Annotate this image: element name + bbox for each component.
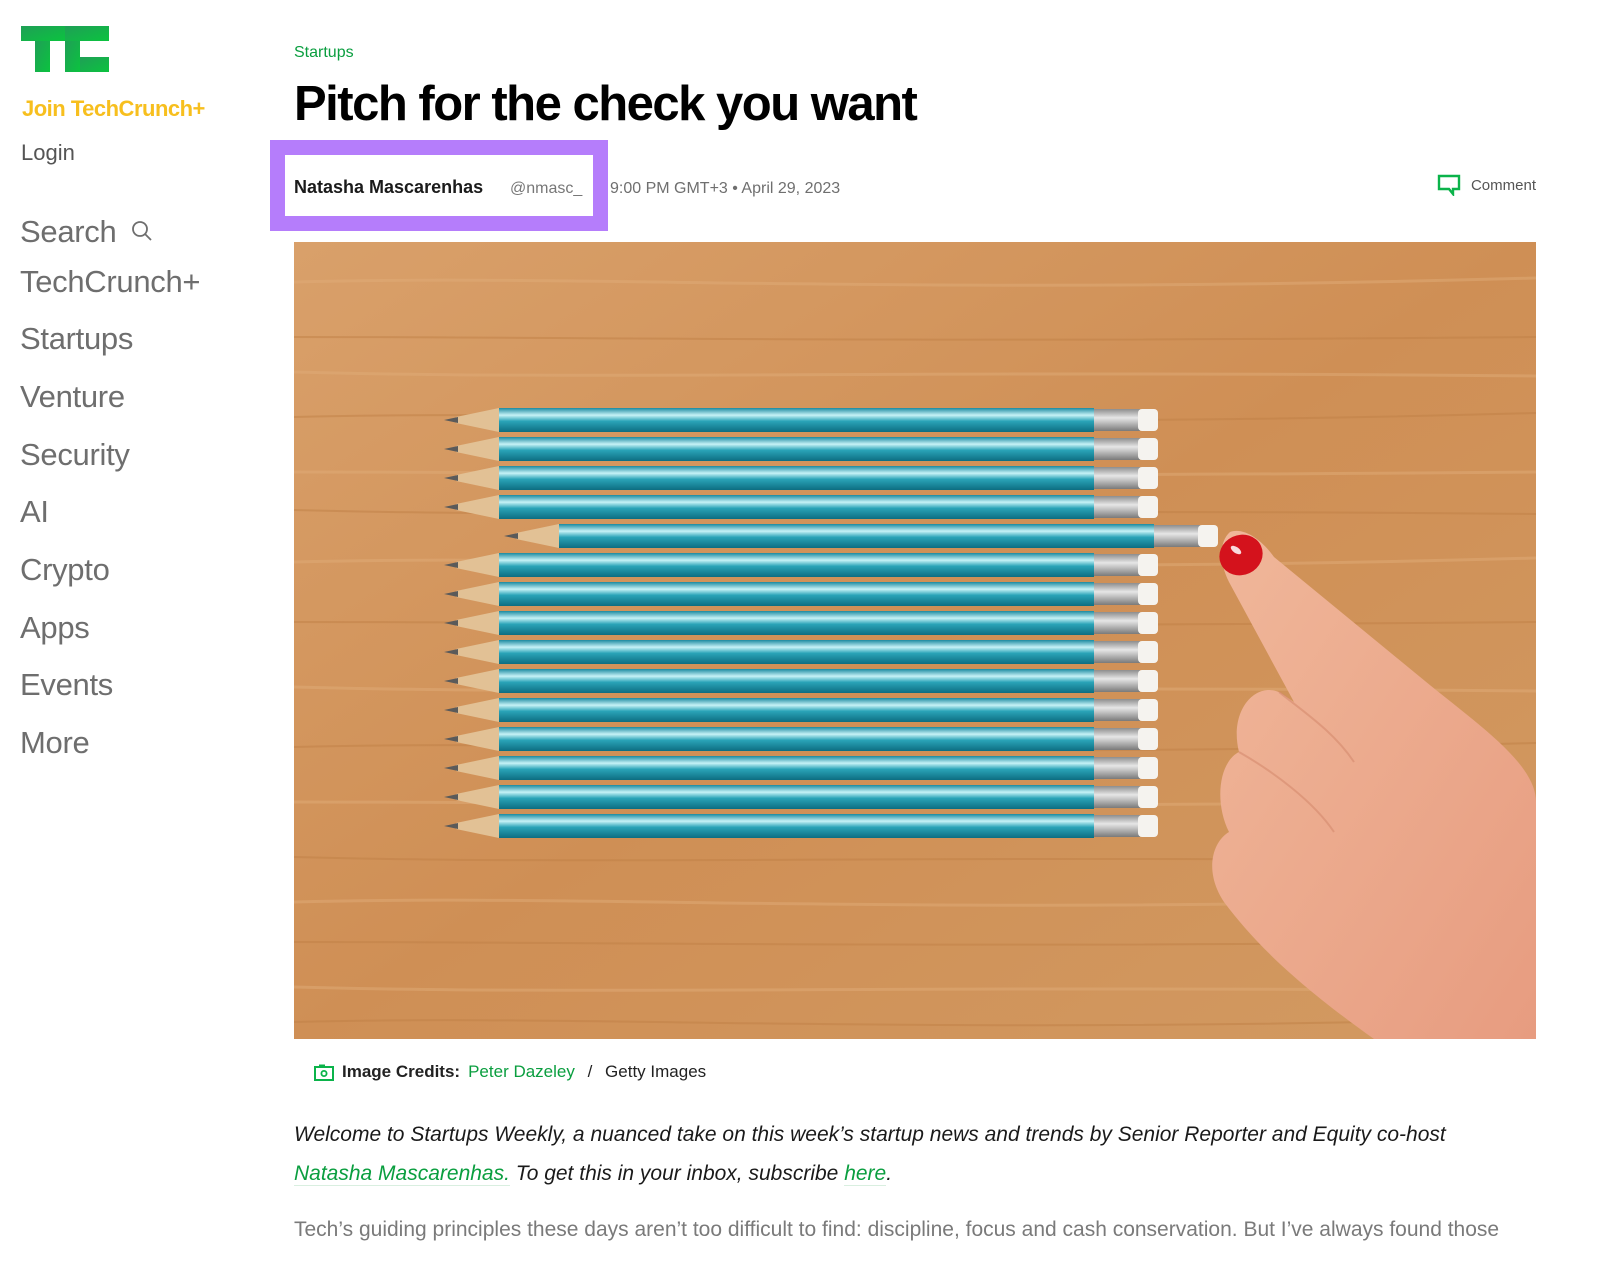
sidebar-item-label: Venture <box>20 379 125 414</box>
search-icon <box>132 220 152 241</box>
pencil-row <box>444 408 1218 838</box>
comment-button[interactable]: Comment <box>1437 174 1536 196</box>
sidebar-item-label: Security <box>20 437 130 472</box>
pencil <box>444 408 1158 432</box>
author-inline-link[interactable]: Natasha Mascarenhas. <box>294 1162 510 1186</box>
comment-icon <box>1437 174 1461 196</box>
intro-text: To get this in your inbox, subscribe <box>509 1162 845 1185</box>
category-link[interactable]: Startups <box>294 44 354 62</box>
pencil <box>444 582 1158 606</box>
publish-datetime: 9:00 PM GMT+3 • April 29, 2023 <box>610 180 841 197</box>
pencil <box>444 640 1158 664</box>
intro-text: Welcome to Startups Weekly, a nuanced ta… <box>294 1123 1446 1146</box>
article-body-paragraph: Tech’s guiding principles these days are… <box>294 1218 1500 1241</box>
techcrunch-logo[interactable] <box>21 26 111 72</box>
pencil <box>444 495 1158 519</box>
pencil <box>504 524 1218 548</box>
sidebar-item-label: TechCrunch+ <box>20 264 201 299</box>
sidebar-item-label: Events <box>20 667 113 702</box>
photographer-link[interactable]: Peter Dazeley <box>468 1062 575 1082</box>
camera-icon <box>314 1064 334 1081</box>
pencil <box>444 466 1158 490</box>
image-credits-label: Image Credits: <box>342 1062 461 1081</box>
author-link[interactable]: Natasha Mascarenhas <box>294 177 483 198</box>
pencil <box>444 553 1158 577</box>
pencil <box>444 756 1158 780</box>
pencils-photo <box>294 242 1536 1039</box>
sidebar-item-label: More <box>20 725 90 760</box>
sidebar-item-label: AI <box>20 494 49 529</box>
comment-label: Comment <box>1470 176 1536 194</box>
hero-image <box>294 242 1536 1039</box>
techcrunch-logo-icon <box>21 26 109 72</box>
image-credits: Image Credits: Peter Dazeley / Getty Ima… <box>314 1062 706 1082</box>
pencil <box>444 437 1158 461</box>
pencil <box>444 727 1158 751</box>
pencil <box>444 698 1158 722</box>
credits-separator: / <box>582 1062 598 1081</box>
pencil <box>444 611 1158 635</box>
pencil <box>444 785 1158 809</box>
join-techcrunch-plus-link[interactable]: Join TechCrunch+ <box>22 96 205 122</box>
author-handle-link[interactable]: @nmasc_ <box>510 180 582 198</box>
sidebar-item-label: Startups <box>20 321 134 356</box>
pencil <box>444 814 1158 838</box>
sidebar-item-label: Search <box>20 214 117 249</box>
login-link[interactable]: Login <box>21 140 75 166</box>
article-title: Pitch for the check you want <box>294 77 918 131</box>
pencil <box>444 669 1158 693</box>
subscribe-link[interactable]: here <box>844 1162 887 1186</box>
article-intro: Welcome to Startups Weekly, a nuanced ta… <box>294 1115 1454 1193</box>
sidebar-item-label: Apps <box>20 610 90 645</box>
image-agency: Getty Images <box>605 1062 707 1081</box>
sidebar-item-label: Crypto <box>20 552 110 587</box>
sidebar: Join TechCrunch+ Login Search TechCrunch… <box>0 0 260 1282</box>
intro-text: . <box>886 1162 893 1185</box>
